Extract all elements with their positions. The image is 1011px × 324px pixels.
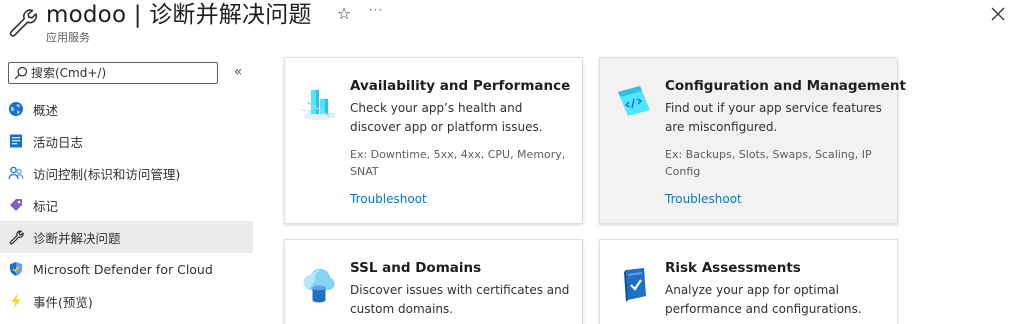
sidebar-item-overview[interactable]: 概述: [0, 93, 253, 125]
search-input[interactable]: [31, 64, 215, 82]
more-options-button[interactable]: ···: [366, 2, 386, 22]
sidebar-item-tags[interactable]: 标记: [0, 189, 253, 221]
code-window-icon: [618, 86, 650, 116]
page-subtitle: 应用服务: [46, 31, 90, 44]
sidebar-item-events[interactable]: 事件(预览): [0, 285, 253, 317]
card-title: Configuration and Management: [665, 78, 906, 94]
category-card-availability[interactable]: Availability and Performance Check your …: [284, 57, 583, 224]
card-title: SSL and Domains: [350, 260, 482, 276]
lightning-icon: [8, 293, 24, 309]
sidebar-item-diagnose[interactable]: 诊断并解决问题: [0, 221, 253, 253]
tag-icon: [8, 197, 24, 213]
book-check-icon: [624, 268, 646, 302]
card-title: Risk Assessments: [665, 260, 801, 276]
overview-globe-icon: [8, 101, 24, 117]
star-icon[interactable]: ☆: [334, 4, 354, 24]
sidebar-item-label: 活动日志: [33, 134, 84, 150]
sidebar-item-label: 访问控制(标识和访问管理): [33, 166, 181, 182]
search-field[interactable]: [8, 62, 218, 84]
wrench-icon: [9, 9, 38, 37]
card-examples: Ex: Backups, Slots, Swaps, Scaling, IP C…: [665, 148, 872, 178]
troubleshoot-link[interactable]: Troubleshoot: [350, 192, 427, 206]
sidebar-item-label: 诊断并解决问题: [33, 230, 121, 246]
shield-icon: [8, 261, 24, 277]
collapse-sidebar-button[interactable]: «: [230, 63, 246, 83]
people-icon: [8, 165, 24, 181]
card-description: Find out if your app service features ar…: [665, 101, 882, 134]
wrench-icon: [8, 229, 24, 245]
card-description: Analyze your app for optimal performance…: [665, 283, 862, 316]
search-icon: [14, 66, 28, 80]
page-title: modoo | 诊断并解决问题: [46, 2, 312, 28]
card-examples: Ex: Downtime, 5xx, 4xx, CPU, Memory, SNA…: [350, 148, 566, 178]
category-card-configuration[interactable]: Configuration and Management Find out if…: [599, 57, 906, 224]
category-card-ssl[interactable]: SSL and Domains Discover issues with cer…: [284, 239, 583, 324]
card-description: Check your app’s health and discover app…: [350, 101, 543, 134]
sidebar-item-activity-log[interactable]: 活动日志: [0, 125, 253, 157]
availability-chart-icon: [300, 90, 338, 120]
card-description: Discover issues with certificates and cu…: [350, 283, 570, 316]
troubleshoot-link[interactable]: Troubleshoot: [665, 192, 742, 206]
cloud-database-icon: [303, 268, 335, 303]
sidebar-item-label: 标记: [33, 198, 59, 214]
sidebar-item-defender[interactable]: Microsoft Defender for Cloud: [0, 253, 253, 285]
sidebar-nav: 概述 活动日志 访问控制(标识和访问管理) 标记 诊断并解决问题 Microso…: [0, 93, 253, 317]
category-card-risk[interactable]: Risk Assessments Analyze your app for op…: [599, 239, 898, 324]
sidebar-item-label: Microsoft Defender for Cloud: [33, 261, 213, 277]
activity-log-icon: [8, 133, 24, 149]
sidebar-item-access-control[interactable]: 访问控制(标识和访问管理): [0, 157, 253, 189]
sidebar-item-label: 事件(预览): [33, 294, 93, 310]
sidebar-item-label: 概述: [33, 102, 59, 118]
close-icon[interactable]: [988, 4, 1008, 24]
card-title: Availability and Performance: [350, 78, 571, 94]
